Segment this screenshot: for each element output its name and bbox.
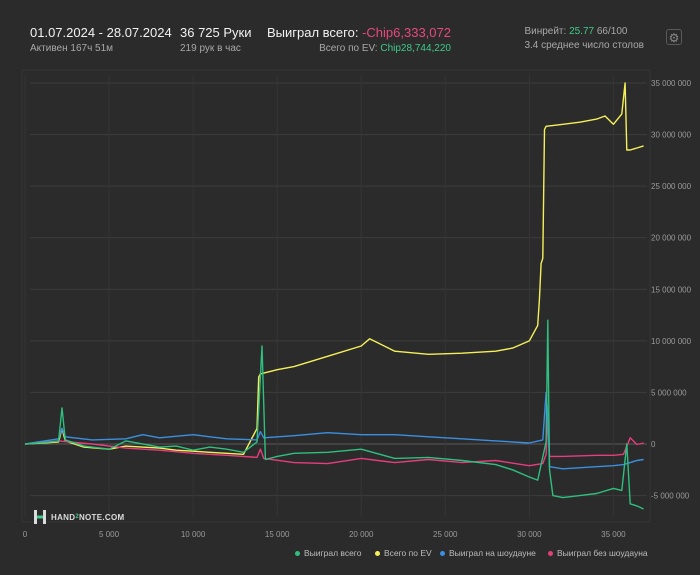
legend-item-non-showdown[interactable]: Выиграл без шоудауна xyxy=(548,548,648,558)
x-tick-label: 15 000 xyxy=(265,530,290,539)
legend-dot-non-showdown xyxy=(548,550,553,556)
x-tick-label: 10 000 xyxy=(181,530,206,539)
legend-label-ev-total: Всего по EV xyxy=(384,548,432,558)
hand2note-mark-icon xyxy=(34,510,46,524)
x-tick-label: 20 000 xyxy=(349,530,374,539)
profit-chart: 35 000 000 30 000 000 25 000 000 20 000 000… xyxy=(21,69,692,539)
hand2note-logo: HAND 2 NOTE.COM xyxy=(34,510,124,524)
legend-item-won-total[interactable]: Выиграл всего xyxy=(295,548,361,558)
logo-text-a: HAND xyxy=(51,512,76,522)
legend-dot-won-total xyxy=(295,550,300,556)
x-tick-label: 5 000 xyxy=(99,530,120,539)
legend-dot-ev-total xyxy=(375,550,380,556)
legend-label-showdown: Выиграл на шоудауне xyxy=(449,548,536,558)
plot-area xyxy=(21,69,651,523)
legend-item-showdown[interactable]: Выиграл на шоудауне xyxy=(440,548,536,558)
legend-item-ev-total[interactable]: Всего по EV xyxy=(375,548,432,558)
x-tick-label: 25 000 xyxy=(433,530,458,539)
logo-text-c: NOTE.COM xyxy=(78,512,125,522)
x-tick-label: 30 000 xyxy=(517,530,542,539)
y-tick-label: 10 000 000 xyxy=(651,337,692,346)
x-tick-label: 35 000 xyxy=(601,530,626,539)
y-tick-label: 15 000 000 xyxy=(651,285,692,294)
y-tick-label: 5 000 000 xyxy=(651,388,687,397)
legend-label-non-showdown: Выиграл без шоудауна xyxy=(557,548,648,558)
x-tick-label: 0 xyxy=(23,530,28,539)
legend-dot-showdown xyxy=(440,550,445,556)
y-tick-label: -5 000 000 xyxy=(651,492,690,501)
y-tick-label: 20 000 000 xyxy=(651,234,692,243)
legend-label-won-total: Выиграл всего xyxy=(304,548,362,558)
y-tick-label: 25 000 000 xyxy=(651,182,692,191)
y-tick-label: 30 000 000 xyxy=(651,131,692,140)
y-tick-label: 0 xyxy=(651,440,656,449)
chart-legend: Выиграл всего Всего по EV Выиграл на шоу… xyxy=(0,548,700,562)
y-tick-label: 35 000 000 xyxy=(651,79,692,88)
